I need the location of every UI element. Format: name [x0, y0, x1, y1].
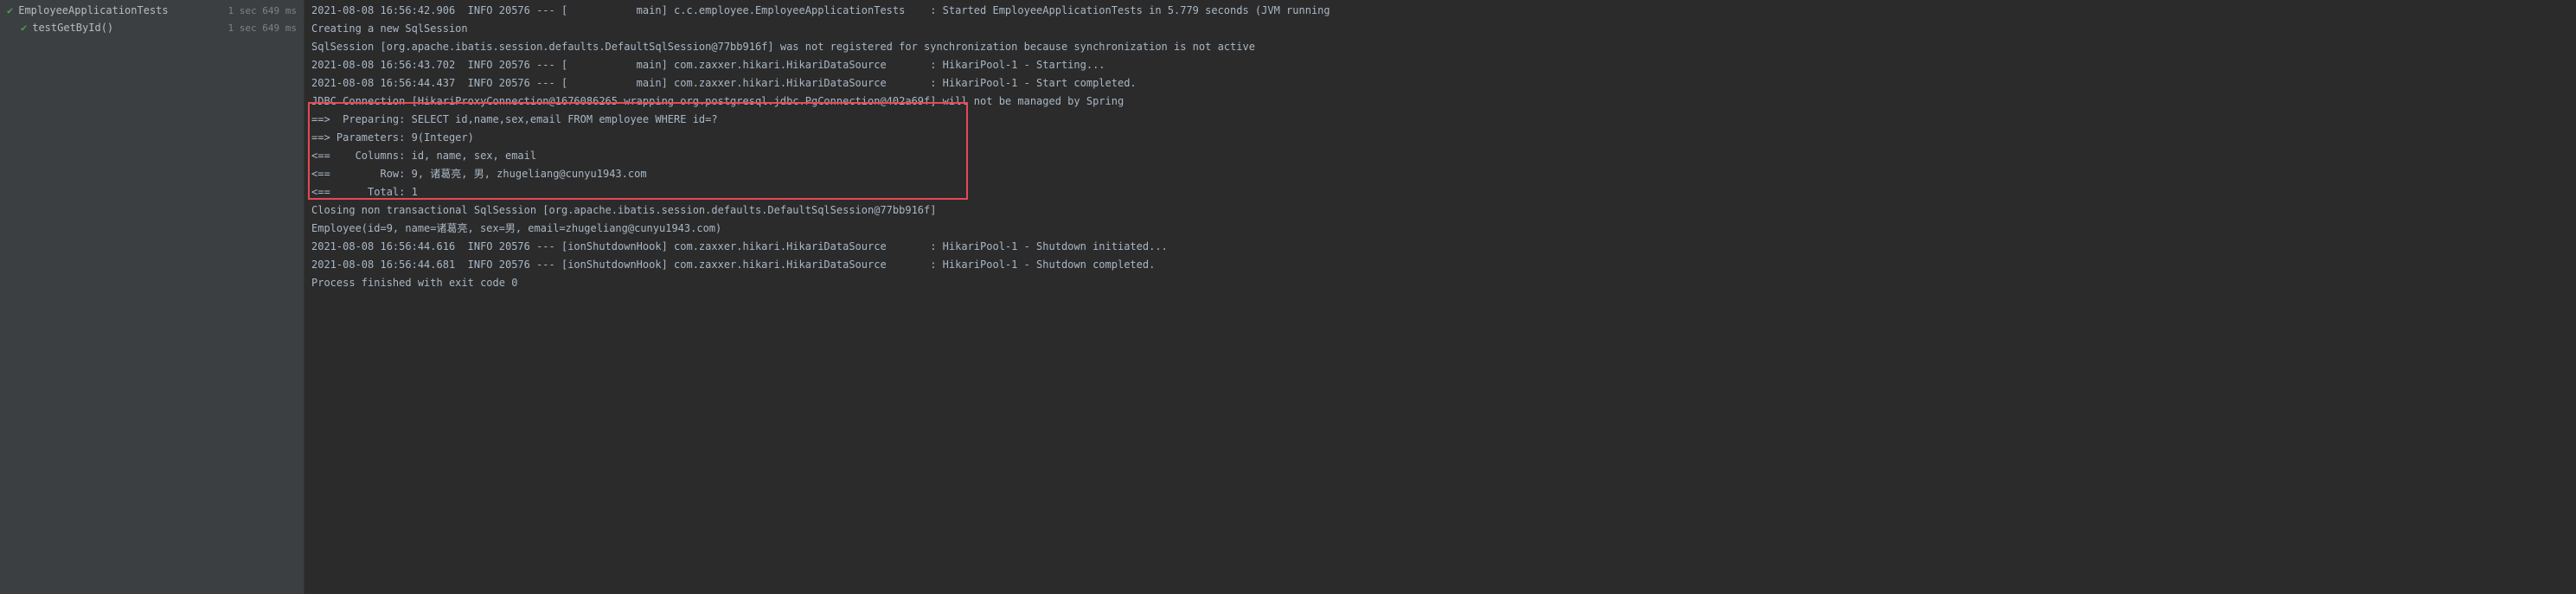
console-line: 2021-08-08 16:56:44.437 INFO 20576 --- […: [311, 74, 2569, 93]
test-results-panel: ✔ EmployeeApplicationTests 1 sec 649 ms …: [0, 0, 304, 594]
console-line: SqlSession [org.apache.ibatis.session.de…: [311, 38, 2569, 56]
test-root-name: EmployeeApplicationTests: [18, 4, 227, 16]
console-line: <== Total: 1: [311, 183, 2569, 201]
console-line: ==> Parameters: 9(Integer): [311, 129, 2569, 147]
check-icon: ✔: [7, 4, 13, 16]
console-line: Process finished with exit code 0: [311, 274, 2569, 292]
console-line: <== Row: 9, 诸葛亮, 男, zhugeliang@cunyu1943…: [311, 165, 2569, 183]
console-output-panel[interactable]: 2021-08-08 16:56:42.906 INFO 20576 --- […: [304, 0, 2576, 594]
console-line: <== Columns: id, name, sex, email: [311, 147, 2569, 165]
test-root-time: 1 sec 649 ms: [228, 5, 298, 16]
console-line: Employee(id=9, name=诸葛亮, sex=男, email=zh…: [311, 220, 2569, 238]
console-line: 2021-08-08 16:56:44.681 INFO 20576 --- […: [311, 256, 2569, 274]
console-line: Closing non transactional SqlSession [or…: [311, 201, 2569, 220]
console-line: Creating a new SqlSession: [311, 20, 2569, 38]
test-child-item[interactable]: ✔ testGetById() 1 sec 649 ms: [0, 19, 304, 36]
console-line: 2021-08-08 16:56:42.906 INFO 20576 --- […: [311, 2, 2569, 20]
test-child-time: 1 sec 649 ms: [228, 22, 298, 34]
test-root-item[interactable]: ✔ EmployeeApplicationTests 1 sec 649 ms: [0, 2, 304, 19]
test-child-name: testGetById(): [32, 22, 227, 34]
check-icon: ✔: [21, 22, 27, 34]
console-line: 2021-08-08 16:56:44.616 INFO 20576 --- […: [311, 238, 2569, 256]
console-line: 2021-08-08 16:56:43.702 INFO 20576 --- […: [311, 56, 2569, 74]
console-line: ==> Preparing: SELECT id,name,sex,email …: [311, 111, 2569, 129]
console-line: JDBC Connection [HikariProxyConnection@1…: [311, 93, 2569, 111]
